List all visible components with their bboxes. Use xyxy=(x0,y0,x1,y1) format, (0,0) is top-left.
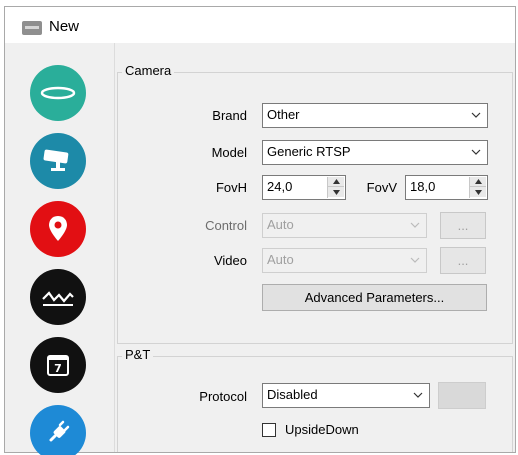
protocol-value: Disabled xyxy=(267,387,318,402)
dialog-window: New 7 Camera Brand Other Model Generic R… xyxy=(4,6,516,455)
fovh-input[interactable]: 24,0 xyxy=(262,175,346,200)
brand-select[interactable]: Other xyxy=(262,103,488,128)
control-value: Auto xyxy=(267,217,294,232)
model-label: Model xyxy=(211,145,247,160)
calendar-icon[interactable]: 7 xyxy=(30,337,86,393)
fovv-input[interactable]: 18,0 xyxy=(405,175,488,200)
brand-value: Other xyxy=(267,107,300,122)
camera-icon[interactable] xyxy=(30,133,86,189)
terrain-icon[interactable] xyxy=(30,269,86,325)
control-select[interactable]: Auto xyxy=(262,213,427,238)
spin-down-icon[interactable] xyxy=(328,187,344,197)
camera-group-title: Camera xyxy=(122,63,175,78)
window-icon xyxy=(22,21,42,35)
chevron-down-icon xyxy=(471,149,481,155)
video-label: Video xyxy=(213,253,247,268)
plug-icon[interactable] xyxy=(30,405,86,455)
window-title: New xyxy=(49,18,80,35)
chevron-down-icon xyxy=(471,112,481,118)
model-select[interactable]: Generic RTSP xyxy=(262,140,488,165)
fovh-value: 24,0 xyxy=(267,179,293,194)
chevron-down-icon xyxy=(410,257,420,263)
model-value: Generic RTSP xyxy=(267,144,351,159)
protocol-browse-button[interactable]: ... xyxy=(438,382,486,409)
category-sidebar: 7 xyxy=(5,43,115,455)
fovv-label: FovV xyxy=(366,180,397,195)
video-browse-button[interactable]: ... xyxy=(440,247,486,274)
ring-icon[interactable] xyxy=(30,65,86,121)
brand-label: Brand xyxy=(212,108,247,123)
video-value: Auto xyxy=(267,252,294,267)
advanced-parameters-button[interactable]: Advanced Parameters... xyxy=(262,284,487,311)
pt-group-title: P&T xyxy=(122,347,154,362)
control-label: Control xyxy=(205,218,247,233)
upsidedown-checkbox[interactable] xyxy=(262,423,276,437)
fovv-value: 18,0 xyxy=(410,179,436,194)
fovv-spinner[interactable] xyxy=(469,177,486,198)
fovh-spinner[interactable] xyxy=(327,177,344,198)
video-select[interactable]: Auto xyxy=(262,248,427,273)
control-browse-button[interactable]: ... xyxy=(440,212,486,239)
chevron-down-icon xyxy=(413,392,423,398)
spin-up-icon[interactable] xyxy=(328,177,344,187)
map-pin-icon[interactable] xyxy=(30,201,86,257)
protocol-browse-label: ... xyxy=(456,388,468,403)
fovh-label: FovH xyxy=(215,180,247,195)
protocol-select[interactable]: Disabled xyxy=(262,383,430,408)
upsidedown-label[interactable]: UpsideDown xyxy=(285,422,359,437)
title-bar: New xyxy=(5,7,515,43)
spin-down-icon[interactable] xyxy=(470,187,486,197)
svg-text:7: 7 xyxy=(54,362,62,375)
chevron-down-icon xyxy=(410,222,420,228)
spin-up-icon[interactable] xyxy=(470,177,486,187)
protocol-label: Protocol xyxy=(199,389,247,404)
